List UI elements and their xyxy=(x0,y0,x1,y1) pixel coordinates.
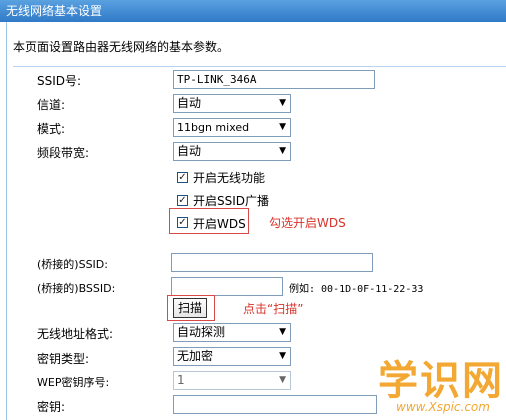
enable-wireless-checkbox[interactable]: ✓ xyxy=(177,172,188,183)
divider xyxy=(13,66,506,67)
chevron-down-icon: ▼ xyxy=(279,146,286,156)
key-input[interactable] xyxy=(173,395,377,414)
addr-format-select[interactable]: 自动探测 ▼ xyxy=(173,323,291,342)
key-type-value: 无加密 xyxy=(177,349,214,363)
key-type-select[interactable]: 无加密 ▼ xyxy=(173,347,291,366)
bridged-bssid-input[interactable] xyxy=(171,277,283,296)
addr-format-value: 自动探测 xyxy=(177,325,226,339)
scan-annotation: 点击“扫描” xyxy=(243,302,304,316)
key-type-label: 密钥类型: xyxy=(37,352,90,366)
bridged-bssid-label: (桥接的)BSSID: xyxy=(37,282,116,295)
addr-format-label: 无线地址格式: xyxy=(37,327,114,341)
channel-value: 自动 xyxy=(177,96,202,110)
wds-annotation: 勾选开启WDS xyxy=(269,216,346,230)
bssid-example: 例如: 00-1D-0F-11-22-33 xyxy=(289,284,424,295)
wep-index-label: WEP密钥序号: xyxy=(37,376,110,389)
channel-select[interactable]: 自动 ▼ xyxy=(173,94,291,113)
chevron-down-icon: ▼ xyxy=(279,351,286,361)
bandwidth-value: 自动 xyxy=(177,144,202,158)
scan-button[interactable]: 扫描 xyxy=(173,298,207,318)
enable-wds-label: 开启WDS xyxy=(193,217,246,231)
page-title: 无线网络基本设置 xyxy=(0,0,506,22)
mode-select[interactable]: 11bgn mixed ▼ xyxy=(173,118,291,137)
intro-text: 本页面设置路由器无线网络的基本参数。 xyxy=(13,40,230,54)
ssid-label: SSID号: xyxy=(37,74,82,88)
watermark-url: www.Xspic.com xyxy=(396,400,490,414)
enable-wds-checkbox[interactable]: ✓ xyxy=(177,217,188,228)
mode-value: 11bgn mixed xyxy=(177,121,250,134)
chevron-down-icon: ▼ xyxy=(279,327,286,337)
channel-label: 信道: xyxy=(37,98,66,112)
ssid-input[interactable]: TP-LINK_346A xyxy=(173,70,375,89)
mode-label: 模式: xyxy=(37,122,66,136)
enable-ssid-broadcast-label: 开启SSID广播 xyxy=(193,194,270,208)
watermark-text: 学识网 xyxy=(378,358,504,404)
bandwidth-label: 频段带宽: xyxy=(37,146,90,160)
enable-ssid-broadcast-checkbox[interactable]: ✓ xyxy=(177,195,188,206)
bridged-ssid-label: (桥接的)SSID: xyxy=(37,258,108,271)
enable-wireless-label: 开启无线功能 xyxy=(193,171,266,185)
wep-index-value: 1 xyxy=(177,373,185,387)
wep-index-select[interactable]: 1 ▼ xyxy=(173,371,291,390)
watermark-logo: 学识网 www.Xspic.com xyxy=(378,348,504,418)
key-label: 密钥: xyxy=(37,400,66,414)
bridged-ssid-input[interactable] xyxy=(171,253,373,272)
chevron-down-icon: ▼ xyxy=(279,375,286,385)
bandwidth-select[interactable]: 自动 ▼ xyxy=(173,142,291,161)
chevron-down-icon: ▼ xyxy=(279,98,286,108)
chevron-down-icon: ▼ xyxy=(279,122,286,132)
